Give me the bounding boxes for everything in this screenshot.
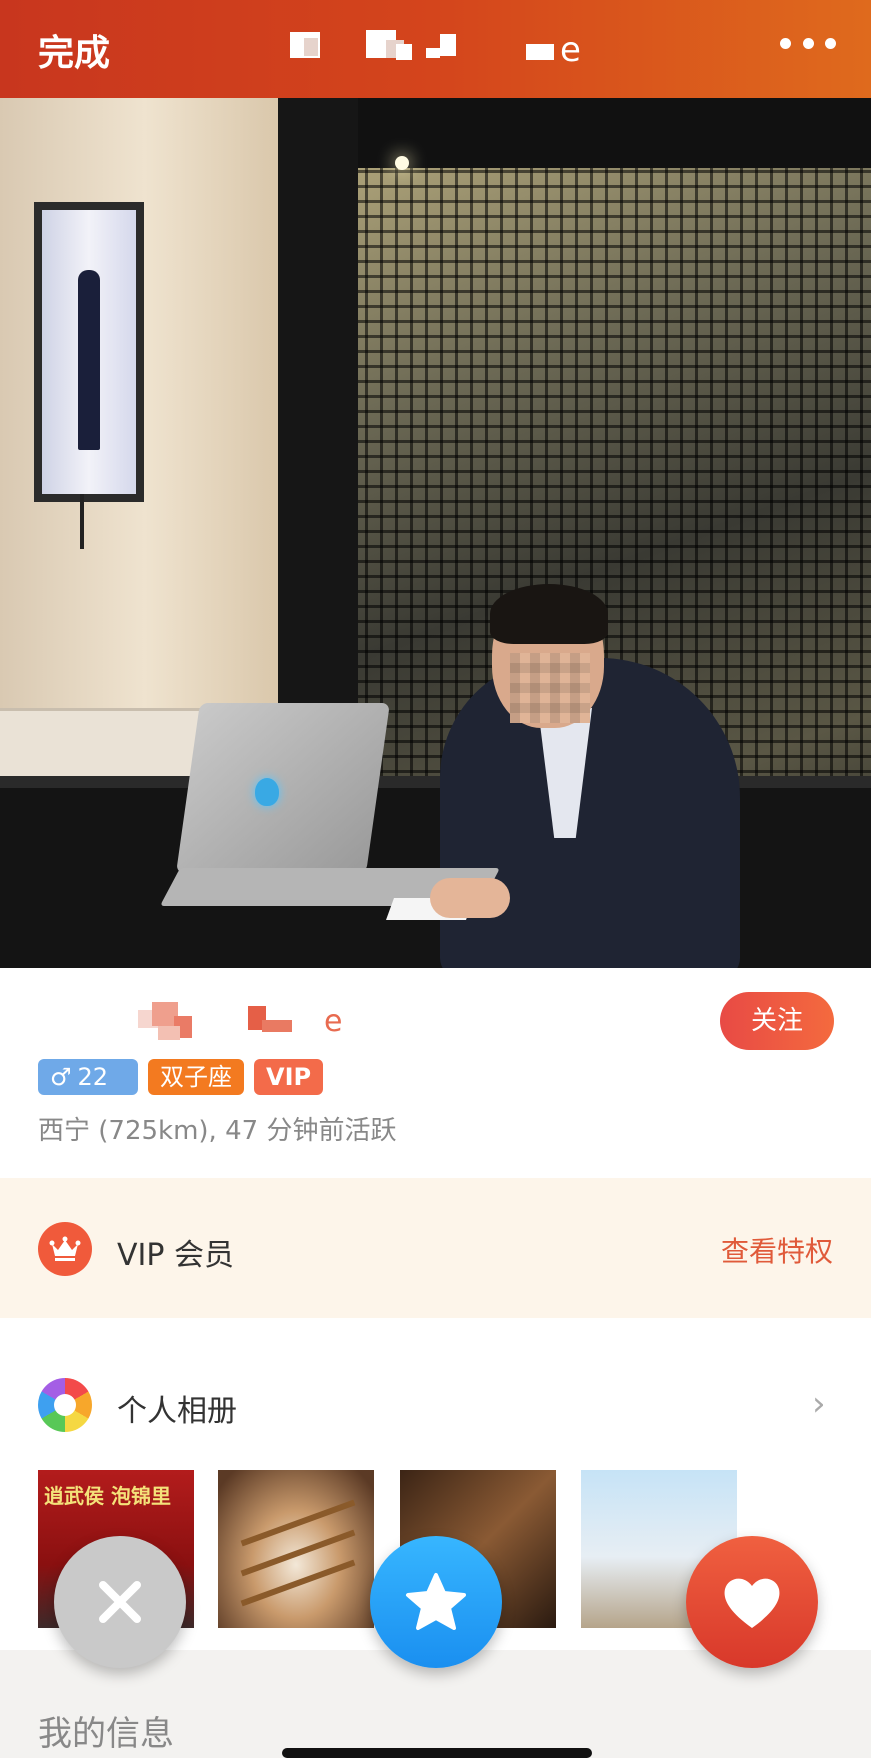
apple-logo-icon (255, 778, 279, 806)
profile-tags: ♂ 22 双子座 VIP (38, 1059, 324, 1095)
male-icon: ♂ (50, 1063, 72, 1091)
superlike-button[interactable] (370, 1536, 502, 1668)
photo-desk-edge (0, 776, 871, 788)
view-privileges-link[interactable]: 查看特权 (721, 1230, 833, 1270)
vip-membership-label: VIP 会员 (117, 1238, 234, 1273)
close-x-icon (99, 1581, 141, 1623)
location-activity-text: 西宁 (725km), 47 分钟前活跃 (38, 1116, 397, 1146)
redaction-block (526, 44, 554, 60)
album-thumb-1-caption: 逍武侯 泡锦里 (44, 1484, 171, 1508)
photo-ceiling (350, 98, 871, 168)
top-nav-bar: 完成 e (0, 0, 871, 98)
profile-name-fragment: e (324, 1004, 343, 1039)
done-button[interactable]: 完成 (38, 24, 110, 76)
like-button[interactable] (686, 1536, 818, 1668)
photo-lamp-arm (80, 494, 84, 549)
redaction-block (396, 44, 412, 60)
redaction-block (158, 1026, 180, 1040)
redaction-block (440, 34, 456, 56)
crown-icon (38, 1222, 92, 1276)
follow-button[interactable]: 关注 (720, 992, 834, 1050)
photo-ceiling-light (395, 156, 409, 170)
photo-wall-lamp (34, 202, 144, 502)
nav-title-fragment: e (560, 30, 581, 70)
redaction-block (262, 1020, 292, 1032)
vip-membership-row[interactable]: VIP 会员 查看特权 (0, 1178, 871, 1318)
profile-name-redacted: e (138, 1002, 378, 1044)
dislike-button[interactable] (54, 1536, 186, 1668)
pixelated-face (510, 653, 590, 723)
heart-icon (724, 1578, 780, 1628)
personal-album-label: 个人相册 (117, 1394, 237, 1429)
home-indicator[interactable] (282, 1748, 592, 1758)
personal-album-row[interactable]: 个人相册 › (0, 1366, 871, 1446)
age-value: 22 (77, 1063, 109, 1091)
album-color-wheel-icon (38, 1378, 92, 1432)
vip-badge: VIP (254, 1059, 324, 1095)
photo-person-hand (430, 878, 510, 918)
my-info-heading: 我的信息 (38, 1714, 174, 1754)
zodiac-badge: 双子座 (148, 1059, 244, 1095)
photo-person-hair (490, 584, 608, 644)
chevron-right-icon[interactable]: › (812, 1384, 826, 1424)
star-icon (406, 1573, 466, 1630)
gender-age-badge: ♂ 22 (38, 1059, 138, 1095)
photo-laptop-lid (176, 703, 390, 873)
redaction-block (304, 38, 318, 56)
more-dots-icon[interactable] (780, 38, 836, 58)
nav-title-redacted: e (290, 30, 590, 74)
redaction-block (426, 48, 440, 58)
profile-photo-carousel[interactable] (0, 98, 871, 968)
album-thumb-2[interactable] (218, 1470, 374, 1628)
